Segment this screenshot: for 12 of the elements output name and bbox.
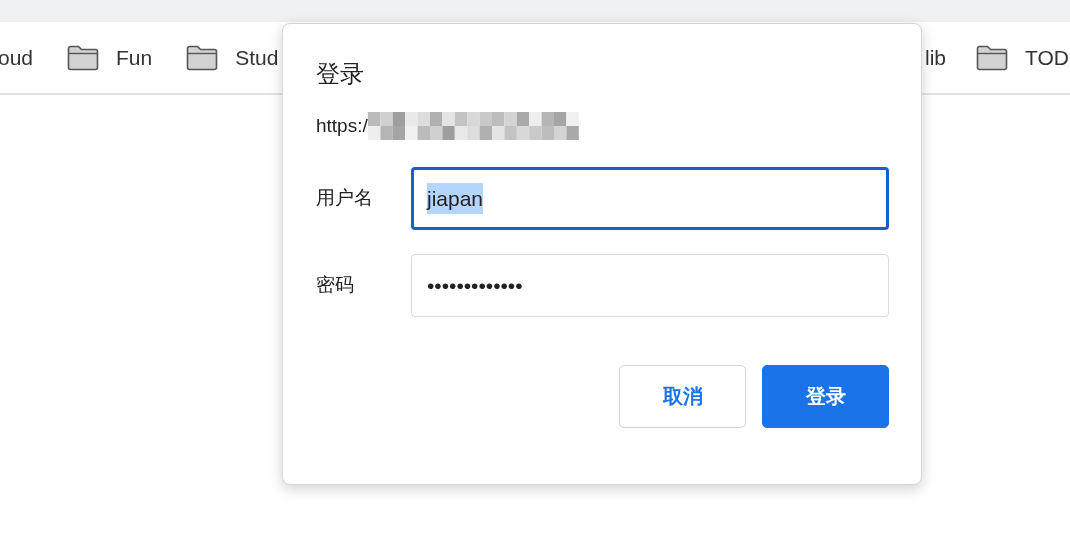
field-label: 用户名	[316, 186, 374, 211]
field-label: 密码	[316, 273, 355, 298]
bookmark-label[interactable]: TOD	[1025, 41, 1069, 74]
input-field[interactable]: jiapan	[411, 166, 889, 230]
bookmark-label[interactable]: Stud	[235, 41, 279, 74]
bookmark-label[interactable]: lib	[925, 41, 947, 74]
bookmark-label[interactable]: Fun	[116, 41, 153, 74]
cancel-button[interactable]: 取消	[619, 364, 746, 428]
login-button[interactable]: 登录	[762, 364, 889, 428]
site-url: https:/	[316, 113, 368, 138]
input-field[interactable]: •••••••••••••	[411, 253, 889, 317]
dialog-title: 登录	[316, 60, 365, 89]
